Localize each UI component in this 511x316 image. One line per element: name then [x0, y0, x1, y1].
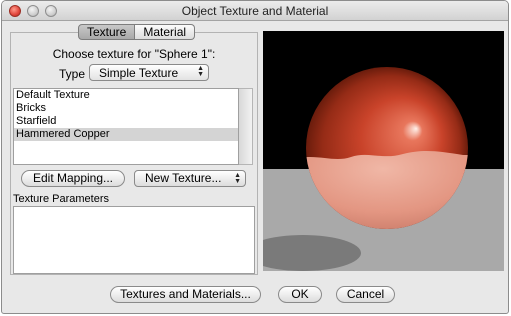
list-item-selected[interactable]: Hammered Copper	[14, 128, 238, 141]
type-label: Type	[59, 67, 86, 81]
type-select[interactable]: Simple Texture ▲ ▼	[89, 64, 209, 81]
texture-list[interactable]: Default Texture Bricks Starfield Hammere…	[13, 88, 239, 165]
choose-texture-label: Choose texture for "Sphere 1":	[52, 47, 216, 61]
tab-bar: Texture Material	[78, 24, 196, 40]
title-bar[interactable]: Object Texture and Material	[2, 1, 508, 21]
edit-mapping-button[interactable]: Edit Mapping...	[21, 170, 125, 187]
window-title: Object Texture and Material	[181, 4, 329, 18]
dialog-window: Object Texture and Material Choose textu…	[1, 0, 509, 314]
list-item[interactable]: Starfield	[14, 115, 238, 128]
ok-button[interactable]: OK	[278, 286, 322, 303]
texture-preview[interactable]	[263, 31, 504, 271]
tab-texture[interactable]: Texture	[78, 24, 136, 40]
new-texture-label: New Texture...	[145, 171, 222, 185]
list-item[interactable]: Bricks	[14, 102, 238, 115]
texture-parameters-label: Texture Parameters	[13, 193, 109, 205]
texture-list-scrollbar[interactable]	[239, 88, 253, 165]
type-select-value: Simple Texture	[99, 66, 179, 80]
list-item[interactable]: Default Texture	[14, 89, 238, 102]
texture-panel: Choose texture for "Sphere 1": Type Simp…	[10, 32, 258, 275]
new-texture-popup-button[interactable]: New Texture... ▲ ▼	[134, 170, 246, 187]
up-down-arrows-icon: ▲ ▼	[197, 65, 204, 78]
textures-and-materials-button[interactable]: Textures and Materials...	[110, 286, 261, 303]
texture-parameters-box	[13, 206, 255, 274]
tab-material[interactable]: Material	[135, 24, 196, 40]
up-down-arrows-icon: ▲ ▼	[234, 172, 241, 185]
preview-render	[263, 31, 504, 271]
cancel-button[interactable]: Cancel	[336, 286, 395, 303]
